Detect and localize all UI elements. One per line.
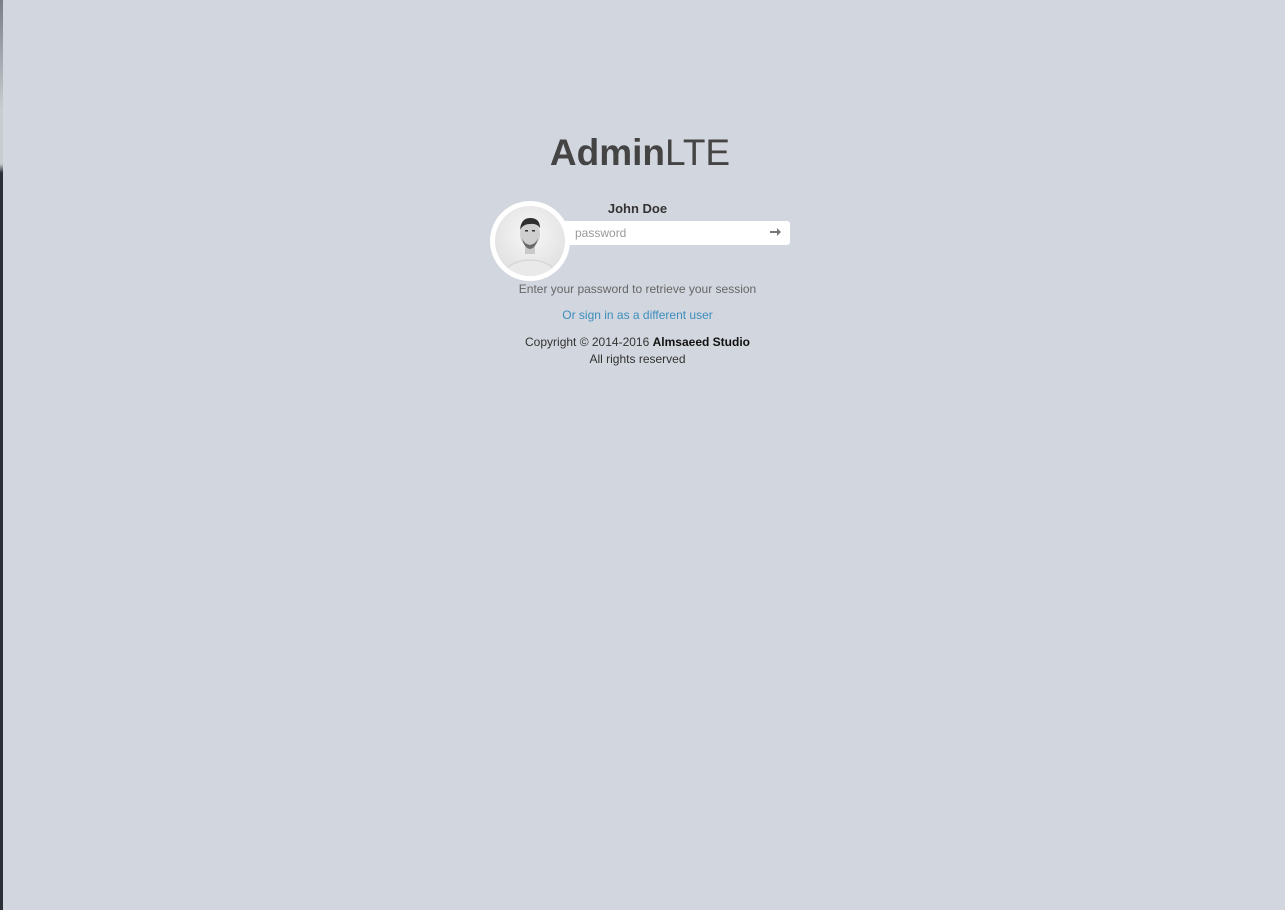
lockscreen-footer: Copyright © 2014-2016 Almsaeed Studio Al… [475,334,800,368]
rights-text: All rights reserved [589,352,686,366]
password-field-box [565,221,790,245]
logo-bold: Admin [549,132,665,173]
logo-link[interactable]: AdminLTE [480,132,800,174]
window-edge [0,0,3,910]
arrow-right-icon [769,224,781,242]
lockscreen-help-text: Enter your password to retrieve your ses… [518,282,757,296]
company-link[interactable]: Almsaeed Studio [653,335,750,349]
sign-in-different-user-link[interactable]: Or sign in as a different user [475,308,800,322]
user-avatar [490,201,570,281]
logo-light: LTE [664,132,731,173]
lockscreen-item [490,201,800,281]
copyright-text: Copyright © 2014-2016 [525,335,650,349]
lockscreen-wrapper: AdminLTE John Doe Enter your password to… [490,132,800,368]
submit-button[interactable] [760,222,790,244]
password-input[interactable] [565,222,760,244]
user-avatar-photo-icon [495,206,565,276]
